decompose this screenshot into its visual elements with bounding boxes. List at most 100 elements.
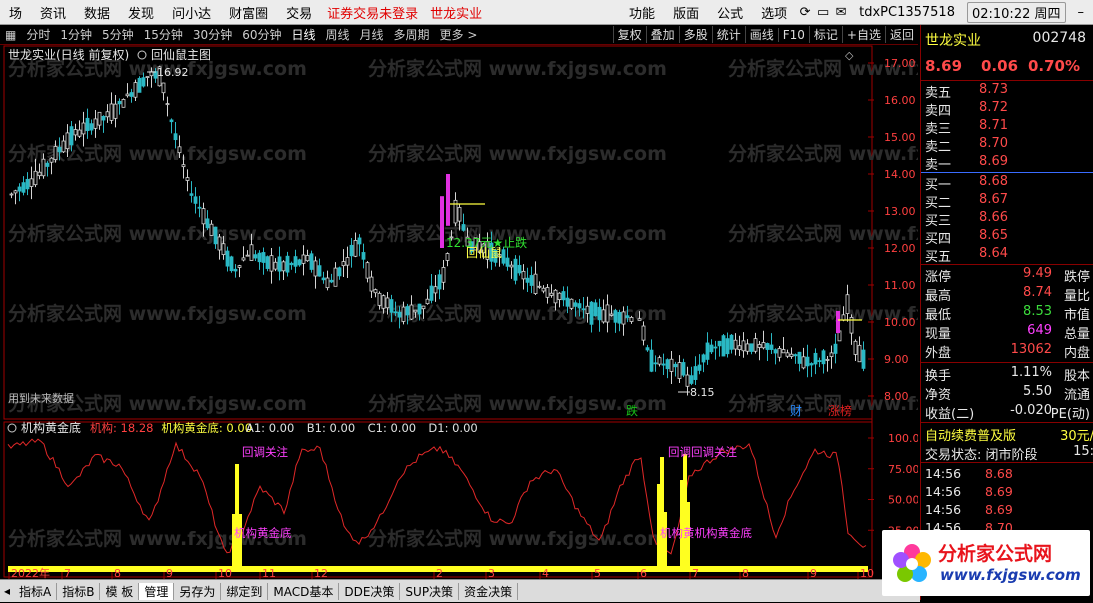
tab-4[interactable]: 另存为 [174, 582, 222, 600]
candle-body [125, 93, 130, 97]
toolbar-btn-5[interactable]: F10 [777, 27, 809, 42]
stat-label-4: 外盘 [925, 346, 952, 361]
toolbar-btn-1[interactable]: 叠加 [645, 26, 679, 43]
period-8[interactable]: 月线 [355, 26, 389, 43]
price-label-7: 10.00 [884, 316, 916, 329]
tab-0[interactable]: 指标A [14, 582, 58, 600]
candle-body [685, 374, 690, 387]
candle-body [705, 342, 710, 360]
period-1[interactable]: 1分钟 [55, 26, 97, 43]
tab-3[interactable]: 管理 [139, 582, 175, 600]
promo-price: 30元/ [1060, 429, 1093, 444]
candle-body [829, 352, 834, 358]
period-7[interactable]: 周线 [321, 26, 355, 43]
x-tick-2: 8 [114, 567, 121, 579]
menu-item-0[interactable]: 场 [0, 3, 31, 22]
tick-price-1: 8.69 [985, 484, 1013, 499]
candle-body [253, 254, 258, 259]
kline-chart-area[interactable]: 分析家公式网 www.fxjgsw.com 分析家公式网 www.fxjgsw.c… [0, 45, 918, 579]
tab-7[interactable]: DDE决策 [339, 582, 401, 600]
bid-label-2: 买三 [925, 214, 952, 229]
candle-body [205, 218, 210, 229]
period-2[interactable]: 5分钟 [97, 26, 139, 43]
toolbar-btn-2[interactable]: 多股 [678, 26, 712, 43]
candle-body [405, 306, 410, 316]
menu-item-1[interactable]: 资讯 [31, 3, 75, 22]
candle-body [741, 340, 746, 352]
event-tag-0[interactable]: 跌 [626, 403, 638, 418]
toolbar-btn-8[interactable]: 返回 [884, 26, 918, 43]
candle-body [261, 252, 266, 263]
watermark-13: 分析家公式网 www.fxjgsw.com [368, 392, 667, 415]
candle-body [369, 276, 374, 292]
candle-body [813, 352, 818, 365]
event-tag-2[interactable]: 涨榜 [828, 403, 852, 418]
toolbar-btn-6[interactable]: 标记 [808, 26, 842, 43]
grid-icon[interactable]: ▦ [0, 28, 21, 42]
sub-ylabel-1: 75.00 [888, 463, 918, 476]
tab-scroll-left-icon[interactable]: ◂ [0, 584, 14, 598]
menu-right-item-1[interactable]: 版面 [664, 3, 708, 22]
menu-item-2[interactable]: 数据 [75, 3, 119, 22]
tab-9[interactable]: 资金决策 [459, 582, 519, 600]
price-label-2: 15.00 [884, 131, 916, 144]
tab-5[interactable]: 绑定到 [221, 582, 269, 600]
login-warning[interactable]: 证券交易未登录 [321, 3, 424, 22]
candle-body [681, 362, 686, 376]
sub-indicator-name[interactable]: 机构黄金底 [21, 420, 81, 435]
event-tag-1[interactable]: 财 [790, 404, 802, 418]
candle-body [397, 311, 402, 318]
menu-item-4[interactable]: 问小达 [163, 3, 220, 22]
sub-value-4: C1: 0.00 [368, 421, 416, 435]
signal-spike-2 [238, 514, 242, 572]
tab-2[interactable]: 模 板 [100, 582, 140, 600]
period-5[interactable]: 60分钟 [237, 26, 286, 43]
toolbar-btn-3[interactable]: 统计 [711, 26, 745, 43]
period-3[interactable]: 15分钟 [139, 26, 188, 43]
mail-icon[interactable]: ✉ [832, 5, 850, 20]
candle-body [541, 287, 546, 292]
candle-body [281, 261, 286, 272]
period-10[interactable]: 更多 > [435, 26, 483, 43]
candle-body [145, 76, 150, 78]
candle-body [141, 77, 146, 87]
candle-body [265, 256, 270, 269]
main-indicator-name[interactable]: 回仙鼠主图 [151, 48, 211, 62]
tab-8[interactable]: SUP决策 [400, 582, 460, 600]
tab-6[interactable]: MACD基本 [268, 582, 340, 600]
tab-1[interactable]: 指标B [57, 582, 101, 600]
candle-body [329, 279, 334, 283]
candle-body [677, 362, 682, 379]
menu-item-3[interactable]: 发现 [119, 3, 163, 22]
menu-item-5[interactable]: 财富圈 [220, 3, 277, 22]
diamond-icon[interactable]: ◇ [845, 49, 854, 62]
toolbar-btn-7[interactable]: +自选 [841, 26, 885, 43]
promo-text[interactable]: 自动续费普及版 [925, 425, 1016, 444]
minimize-icon[interactable]: – [1069, 5, 1093, 20]
ask-price-3: 8.70 [979, 136, 1008, 151]
watermark-1: 分析家公式网 www.fxjgsw.com [368, 142, 667, 165]
candle-body [565, 297, 570, 307]
candle-body [785, 352, 790, 357]
candle-body [553, 289, 558, 304]
account-id: tdxPC1357518 [859, 4, 955, 20]
candle-body [609, 313, 614, 316]
period-9[interactable]: 多周期 [389, 26, 435, 43]
signal-candle-2 [836, 310, 840, 334]
period-4[interactable]: 30分钟 [188, 26, 237, 43]
toolbar-btn-4[interactable]: 画线 [744, 26, 778, 43]
toolbar-btn-0[interactable]: 复权 [612, 26, 646, 43]
period-0[interactable]: 分时 [21, 26, 55, 43]
stat-value-1: 8.74 [1023, 285, 1052, 300]
ask-label-3: 卖二 [925, 140, 952, 155]
period-6[interactable]: 日线 [286, 26, 320, 43]
menu-item-6[interactable]: 交易 [277, 3, 321, 22]
refresh-icon[interactable]: ⟳ [796, 5, 814, 20]
chat-icon[interactable]: ▭ [814, 5, 832, 20]
menu-right-item-0[interactable]: 功能 [620, 3, 664, 22]
candle-body [177, 146, 182, 154]
menu-right-item-3[interactable]: 选项 [752, 3, 796, 22]
menu-right-item-2[interactable]: 公式 [708, 3, 752, 22]
price-label-5: 12.00 [884, 242, 916, 255]
stat-label-6: 净资 [925, 388, 952, 403]
